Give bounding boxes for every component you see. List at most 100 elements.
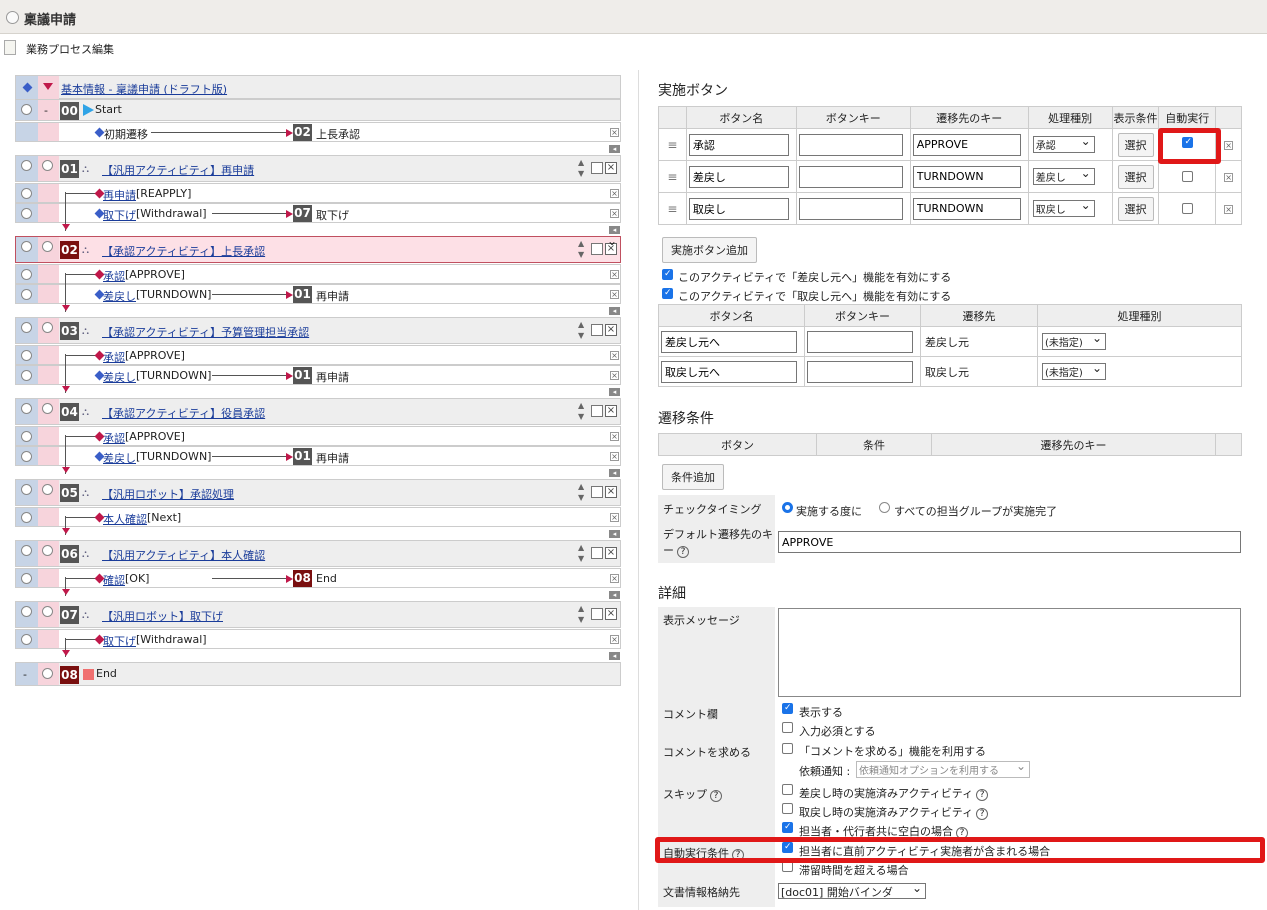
button-link[interactable]: 取下げ xyxy=(103,207,136,223)
move-down-icon[interactable]: ▼ xyxy=(578,332,584,340)
move-up-icon[interactable]: ▲ xyxy=(578,605,584,613)
type-select[interactable]: 承認 xyxy=(1032,134,1095,153)
delete-icon[interactable]: × xyxy=(610,290,619,299)
button-name-input[interactable] xyxy=(688,165,789,188)
delete-activity-icon[interactable]: × xyxy=(605,243,617,255)
move-up-icon[interactable]: ▲ xyxy=(578,321,584,329)
auto-exec-checkbox[interactable] xyxy=(1182,171,1194,182)
doc-select[interactable]: [doc01] 開始バインダ xyxy=(778,881,926,899)
back-icon[interactable]: ◂ xyxy=(609,388,620,396)
copy-icon[interactable] xyxy=(591,486,603,498)
type-select[interactable]: 差戻し xyxy=(1032,166,1095,185)
activity-radio[interactable] xyxy=(21,160,32,171)
button-link[interactable]: 差戻し xyxy=(103,288,136,304)
copy-icon[interactable] xyxy=(591,608,603,620)
help-icon[interactable]: ? xyxy=(677,546,689,558)
select-cond-button[interactable]: 選択 xyxy=(1117,164,1154,189)
button-key-input[interactable] xyxy=(798,133,903,156)
triangle-down-icon[interactable] xyxy=(43,83,53,90)
copy-icon[interactable] xyxy=(591,243,603,255)
activity-link[interactable]: 【汎用アクティビティ】再申請 xyxy=(102,162,254,178)
activity-radio-2[interactable] xyxy=(42,160,53,171)
comment-show-checkbox[interactable] xyxy=(782,703,793,714)
delete-icon[interactable]: × xyxy=(610,351,619,360)
activity-radio-2[interactable] xyxy=(42,545,53,556)
activity-row[interactable]: 07 ⛬ 【汎用ロボット】取下げ ▲ ▼ × xyxy=(15,601,621,628)
move-down-icon[interactable]: ▼ xyxy=(578,555,584,563)
timing-each-radio[interactable] xyxy=(782,502,793,513)
activity-radio[interactable] xyxy=(21,241,32,252)
delete-icon[interactable]: × xyxy=(1224,205,1234,214)
move-down-icon[interactable]: ▼ xyxy=(578,616,584,624)
delete-icon[interactable]: × xyxy=(1224,141,1234,150)
copy-icon[interactable] xyxy=(591,324,603,336)
timing-all-radio[interactable] xyxy=(879,502,890,513)
delete-icon[interactable]: × xyxy=(610,270,619,279)
delete-icon[interactable]: × xyxy=(610,128,619,137)
request-comment-checkbox[interactable] xyxy=(782,743,793,754)
activity-radio-2[interactable] xyxy=(42,484,53,495)
return-type-select[interactable]: (未指定) xyxy=(1042,331,1106,350)
button-radio[interactable] xyxy=(21,208,32,219)
delete-activity-icon[interactable]: × xyxy=(605,162,617,174)
return-key-input[interactable] xyxy=(807,360,913,383)
activity-link[interactable]: 【汎用ロボット】取下げ xyxy=(102,608,223,624)
delete-icon[interactable]: × xyxy=(610,432,619,441)
move-up-icon[interactable]: ▲ xyxy=(578,159,584,167)
button-radio[interactable] xyxy=(21,512,32,523)
delete-activity-icon[interactable]: × xyxy=(605,324,617,336)
copy-icon[interactable] xyxy=(591,162,603,174)
button-name-input[interactable] xyxy=(688,133,789,156)
activity-row[interactable]: 06 ⛬ 【汎用アクティビティ】本人確認 ▲ ▼ × xyxy=(15,540,621,567)
comment-required-checkbox[interactable] xyxy=(782,722,793,733)
activity-row[interactable]: 02 ⛬ 【承認アクティビティ】上長承認 ▲ ▼ × xyxy=(15,234,621,263)
delete-icon[interactable]: × xyxy=(610,209,619,218)
dest-key-input[interactable] xyxy=(912,133,1021,156)
copy-icon[interactable] xyxy=(591,405,603,417)
activity-radio-2[interactable] xyxy=(42,403,53,414)
activity-row[interactable]: 05 ⛬ 【汎用ロボット】承認処理 ▲ ▼ × xyxy=(15,479,621,506)
move-down-icon[interactable]: ▼ xyxy=(578,170,584,178)
enable-retrieve-checkbox[interactable] xyxy=(662,288,673,299)
button-radio[interactable] xyxy=(21,573,32,584)
activity-link[interactable]: 【承認アクティビティ】上長承認 xyxy=(102,243,265,259)
activity-link[interactable]: 【承認アクティビティ】予算管理担当承認 xyxy=(102,324,309,340)
back-icon[interactable]: ◂ xyxy=(609,145,620,153)
select-cond-button[interactable]: 選択 xyxy=(1117,196,1154,221)
move-down-icon[interactable]: ▼ xyxy=(578,413,584,421)
activity-radio[interactable] xyxy=(21,403,32,414)
button-name-input[interactable] xyxy=(688,197,789,220)
button-key-input[interactable] xyxy=(798,197,903,220)
dest-key-input[interactable] xyxy=(912,197,1021,220)
return-name-input[interactable] xyxy=(661,360,797,383)
select-cond-button[interactable]: 選択 xyxy=(1117,132,1154,157)
button-link[interactable]: 確認 xyxy=(103,572,125,588)
delete-icon[interactable]: × xyxy=(610,371,619,380)
back-icon[interactable]: ◂ xyxy=(609,307,620,315)
button-key-input[interactable] xyxy=(798,165,903,188)
button-link[interactable]: 承認 xyxy=(103,430,125,446)
notify-select[interactable]: 依頼通知オプションを利用する xyxy=(856,759,1030,778)
button-link[interactable]: 再申請 xyxy=(103,187,136,203)
back-icon[interactable]: ◂ xyxy=(609,226,620,234)
drag-handle-icon[interactable]: ≡ xyxy=(658,192,687,225)
move-up-icon[interactable]: ▲ xyxy=(578,483,584,491)
activity-link[interactable]: 【汎用ロボット】承認処理 xyxy=(102,486,234,502)
activity-radio-2[interactable] xyxy=(42,241,53,252)
skip-retrieve-checkbox[interactable] xyxy=(782,803,793,814)
back-icon[interactable]: ◂ xyxy=(609,469,620,477)
copy-icon[interactable] xyxy=(591,547,603,559)
return-type-select[interactable]: (未指定) xyxy=(1042,361,1106,380)
button-radio[interactable] xyxy=(21,451,32,462)
move-up-icon[interactable]: ▲ xyxy=(578,240,584,248)
activity-radio[interactable] xyxy=(21,545,32,556)
delete-activity-icon[interactable]: × xyxy=(605,608,617,620)
delete-icon[interactable]: × xyxy=(610,452,619,461)
delete-activity-icon[interactable]: × xyxy=(605,405,617,417)
add-condition-button[interactable]: 条件追加 xyxy=(662,464,724,490)
button-radio[interactable] xyxy=(21,350,32,361)
button-radio[interactable] xyxy=(21,431,32,442)
delete-icon[interactable]: × xyxy=(610,574,619,583)
button-link[interactable]: 承認 xyxy=(103,268,125,284)
drag-handle-icon[interactable]: ≡ xyxy=(658,128,687,161)
